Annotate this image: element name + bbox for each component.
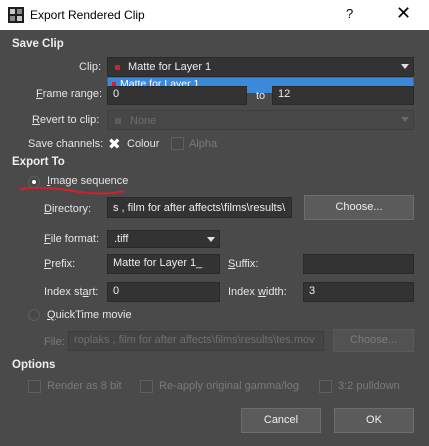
alpha-label: Alpha — [189, 138, 218, 150]
choose-file-button[interactable]: Choose... — [333, 329, 414, 352]
chevron-down-icon — [401, 117, 409, 122]
frame-to-input[interactable]: 12 — [272, 86, 414, 105]
suffix-input[interactable] — [303, 254, 414, 274]
ok-button[interactable]: OK — [334, 408, 414, 433]
title-bar: Export Rendered Clip ? ✕ — [0, 0, 429, 30]
pulldown-label: 3:2 pulldown — [338, 380, 400, 392]
quicktime-movie-radio[interactable] — [28, 309, 40, 321]
file-format-select[interactable]: .tiff — [107, 230, 220, 248]
frame-to-label: to — [256, 90, 266, 102]
frame-from-input[interactable]: 0 — [107, 86, 247, 105]
prefix-label: Prefix: — [44, 258, 76, 270]
chevron-down-icon — [401, 64, 409, 69]
cancel-button[interactable]: Cancel — [241, 408, 321, 433]
file-format-label: File format: — [44, 233, 100, 245]
suffix-label: Suffix: — [228, 258, 259, 270]
quicktime-file-input[interactable]: roplaks , film for after affects\films\r… — [68, 331, 324, 351]
index-width-input[interactable]: 3 — [303, 282, 414, 302]
clip-select-value: Matte for Layer 1 — [128, 61, 212, 73]
reapply-gamma-label: Re-apply original gamma/log — [159, 380, 300, 392]
save-clip-heading: Save Clip — [12, 38, 64, 50]
reapply-gamma-checkbox[interactable] — [140, 380, 153, 393]
file-format-value: .tiff — [114, 233, 129, 245]
chevron-down-icon — [207, 237, 215, 242]
close-button[interactable]: ✕ — [396, 3, 411, 24]
app-icon — [8, 7, 24, 23]
quicktime-movie-label: QuickTime movie — [47, 309, 132, 321]
index-start-label: Index start: — [44, 286, 99, 298]
clip-label: Clip: — [79, 61, 102, 73]
colour-label: Colour — [127, 138, 160, 150]
clip-color-swatch — [115, 64, 120, 70]
prefix-input[interactable]: Matte for Layer 1_ — [107, 254, 220, 274]
save-channels-label: Save channels: — [28, 138, 104, 150]
render-8bit-checkbox[interactable] — [28, 380, 41, 393]
revert-value: None — [130, 115, 157, 127]
window-title: Export Rendered Clip — [30, 8, 145, 22]
revert-swatch — [115, 118, 121, 125]
revert-to-clip-label: Revert to clip: — [32, 114, 100, 126]
help-button[interactable]: ? — [346, 6, 353, 21]
alpha-checkbox[interactable] — [171, 137, 184, 150]
index-start-input[interactable]: 0 — [107, 282, 220, 302]
directory-label: Directory: — [44, 203, 92, 215]
pulldown-checkbox[interactable] — [319, 380, 332, 393]
options-heading: Options — [12, 359, 56, 371]
choose-directory-button[interactable]: Choose... — [304, 195, 414, 220]
red-underline-annotation — [19, 186, 125, 195]
revert-to-clip-select[interactable]: None — [107, 110, 414, 130]
colour-checkbox[interactable]: ✖ — [108, 135, 121, 153]
frame-range-label: Frame range: — [36, 88, 103, 100]
export-to-heading: Export To — [12, 156, 65, 168]
directory-input[interactable]: s , film for after affects\films\results… — [107, 197, 292, 218]
index-width-label: Index width: — [228, 286, 287, 298]
clip-select[interactable]: Matte for Layer 1 — [107, 57, 414, 77]
file-label: File: — [44, 336, 65, 348]
render-8bit-label: Render as 8 bit — [47, 380, 122, 392]
